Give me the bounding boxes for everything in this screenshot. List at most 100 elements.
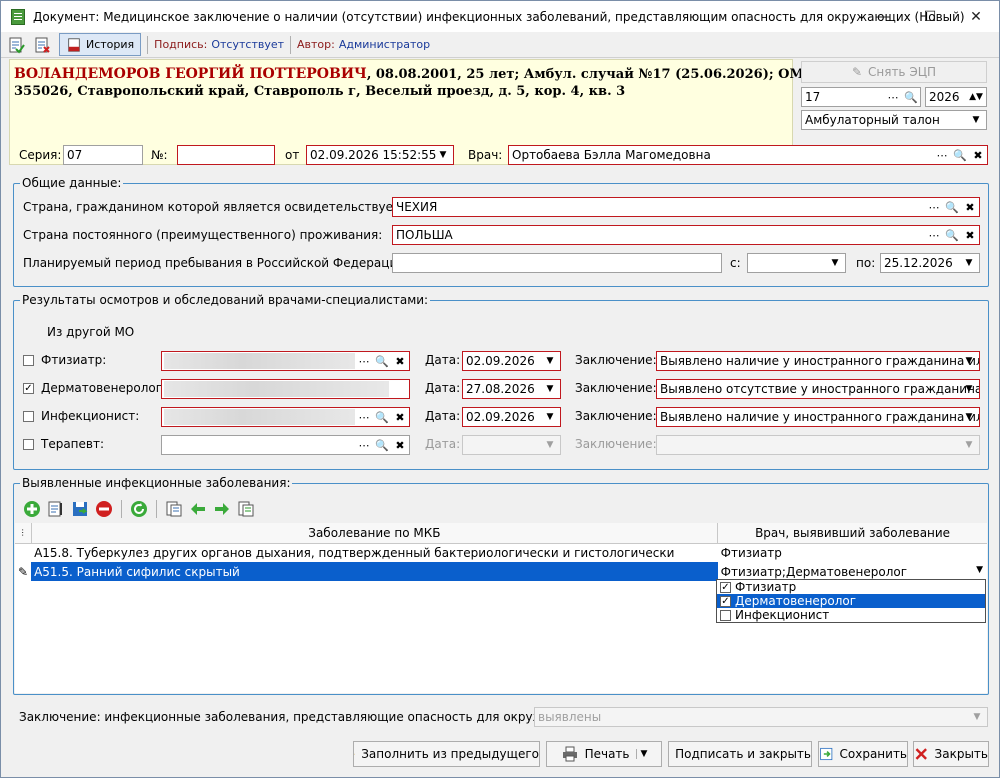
option-checkbox[interactable]: ✓ xyxy=(720,581,731,593)
period-to-date[interactable]: 25.12.2026 ▼ xyxy=(880,253,980,273)
clear-icon[interactable]: ✖ xyxy=(961,226,979,244)
refresh-icon[interactable] xyxy=(130,500,148,518)
dermatovenerolog-conclusion-select[interactable]: Выявлено отсутствие у иностранного гражд… xyxy=(656,379,980,399)
sign-document-icon[interactable] xyxy=(5,34,27,56)
chevron-down-icon[interactable]: ▼ xyxy=(542,353,558,369)
chevron-down-icon[interactable]: ▼ xyxy=(961,353,977,369)
chevron-down-icon[interactable]: ▼ xyxy=(961,409,977,425)
chevron-down-icon[interactable]: ▼ xyxy=(968,112,984,128)
chevron-down-icon[interactable]: ▼ xyxy=(961,381,977,397)
add-icon[interactable] xyxy=(23,500,41,518)
delete-icon[interactable] xyxy=(95,500,113,518)
terapevt-date[interactable]: ▼ xyxy=(462,435,561,455)
ftiziatr-date[interactable]: 02.09.2026 ▼ xyxy=(462,351,561,371)
clear-icon[interactable]: ✖ xyxy=(969,146,987,164)
infekcionist-date[interactable]: 02.09.2026 ▼ xyxy=(462,407,561,427)
chevron-down-icon[interactable]: ▼ xyxy=(827,255,843,271)
ellipsis-icon[interactable]: ⋯ xyxy=(355,436,373,454)
history-button[interactable]: История xyxy=(59,33,142,56)
option-checkbox[interactable]: ✓ xyxy=(720,595,731,607)
search-icon[interactable]: 🔍 xyxy=(373,352,391,370)
clear-icon[interactable]: ✖ xyxy=(391,436,409,454)
ellipsis-icon[interactable]: ⋯ xyxy=(925,198,943,216)
disease-cell[interactable]: A15.8. Туберкулез других органов дыхания… xyxy=(31,543,718,562)
paste-icon[interactable] xyxy=(237,500,255,518)
search-icon[interactable]: 🔍 xyxy=(943,226,961,244)
popup-option-infekcionist[interactable]: Инфекционист xyxy=(717,608,985,622)
doctor-input[interactable]: Ортобаева Бэлла Магомедовна ⋯ 🔍 ✖ xyxy=(508,145,988,165)
infekcionist-doctor-input[interactable]: ⋯ 🔍 ✖ xyxy=(161,407,410,427)
other-mo-label: Из другой МО xyxy=(47,325,135,339)
search-icon[interactable]: 🔍 xyxy=(951,146,969,164)
spinner-arrows-icon[interactable]: ▲▼ xyxy=(968,89,984,105)
dermatovenerolog-date[interactable]: 27.08.2026 ▼ xyxy=(462,379,561,399)
clear-icon[interactable]: ✖ xyxy=(391,352,409,370)
infekcionist-checkbox[interactable] xyxy=(23,411,34,422)
option-checkbox[interactable] xyxy=(720,609,731,621)
chevron-down-icon[interactable]: ▼ xyxy=(542,381,558,397)
save-icon[interactable] xyxy=(71,500,89,518)
sign-and-close-button[interactable]: Подписать и закрыть xyxy=(668,741,812,767)
terapevt-conclusion-select[interactable]: ▼ xyxy=(656,435,980,455)
save-button[interactable]: Сохранить xyxy=(818,741,908,767)
maximize-button[interactable]: ☐ xyxy=(907,1,953,32)
popup-option-dermatovenerolog[interactable]: ✓ Дерматовенеролог xyxy=(717,594,985,608)
minimize-button[interactable]: — xyxy=(861,1,907,32)
period-from-date[interactable]: ▼ xyxy=(747,253,846,273)
remove-signature-button[interactable]: ✎ Снять ЭЦП xyxy=(801,61,987,83)
stay-period-input[interactable] xyxy=(392,253,722,273)
fill-from-previous-button[interactable]: Заполнить из предыдущего xyxy=(353,741,540,767)
table-row[interactable]: A15.8. Туберкулез других органов дыхания… xyxy=(15,543,987,562)
document-type-select[interactable]: Амбулаторный талон ▼ xyxy=(801,110,987,130)
close-window-button[interactable]: ✕ xyxy=(953,1,999,32)
dermatovenerolog-doctor-input[interactable] xyxy=(161,379,410,399)
search-icon[interactable]: 🔍 xyxy=(373,408,391,426)
search-icon[interactable]: 🔍 xyxy=(943,198,961,216)
terapevt-checkbox[interactable] xyxy=(23,439,34,450)
print-button[interactable]: Печать ▼ xyxy=(546,741,662,767)
close-button[interactable]: Закрыть xyxy=(913,741,989,767)
year-spinner[interactable]: 2026 ▲▼ xyxy=(925,87,987,107)
chevron-down-icon[interactable]: ▼ xyxy=(961,437,977,453)
chevron-down-icon[interactable]: ▼ xyxy=(542,437,558,453)
ftiziatr-checkbox[interactable] xyxy=(23,355,34,366)
column-header-doctor[interactable]: Врач, выявивший заболевание xyxy=(717,523,987,544)
final-conclusion-select[interactable]: выявлены ▼ xyxy=(534,707,988,727)
infekcionist-conclusion-select[interactable]: Выявлено наличие у иностранного граждани… xyxy=(656,407,980,427)
ellipsis-icon[interactable]: ⋯ xyxy=(925,226,943,244)
clear-icon[interactable]: ✖ xyxy=(391,408,409,426)
search-icon[interactable]: 🔍 xyxy=(373,436,391,454)
unsign-document-icon[interactable] xyxy=(31,34,53,56)
ftiziatr-doctor-input[interactable]: ⋯ 🔍 ✖ xyxy=(161,351,410,371)
chevron-down-icon[interactable]: ▼ xyxy=(976,565,983,575)
terapevt-doctor-input[interactable]: ⋯ 🔍 ✖ xyxy=(161,435,410,455)
document-date-picker[interactable]: 02.09.2026 15:52:55 ▼ xyxy=(306,145,454,165)
number-input[interactable] xyxy=(177,145,275,165)
residence-input[interactable]: ПОЛЬША ⋯ 🔍 ✖ xyxy=(392,225,980,245)
dermatovenerolog-checkbox[interactable]: ✓ xyxy=(23,383,34,394)
row-selector-header[interactable]: ⋮ xyxy=(15,523,32,544)
search-icon[interactable]: 🔍 xyxy=(902,88,920,106)
arrow-left-icon[interactable] xyxy=(189,500,207,518)
clear-icon[interactable]: ✖ xyxy=(961,198,979,216)
chevron-down-icon[interactable]: ▼ xyxy=(969,709,985,725)
ellipsis-icon[interactable]: ⋯ xyxy=(355,352,373,370)
ellipsis-icon[interactable]: ⋯ xyxy=(355,408,373,426)
column-header-disease[interactable]: Заболевание по МКБ xyxy=(31,523,719,544)
ftiziatr-conclusion-select[interactable]: Выявлено наличие у иностранного граждани… xyxy=(656,351,980,371)
edit-icon[interactable] xyxy=(47,500,65,518)
series-input[interactable]: 07 xyxy=(63,145,143,165)
ellipsis-icon[interactable]: ⋯ xyxy=(884,88,902,106)
chevron-down-icon[interactable]: ▼ xyxy=(435,147,451,163)
popup-option-ftiziatr[interactable]: ✓ Фтизиатр xyxy=(717,580,985,594)
chevron-down-icon[interactable]: ▼ xyxy=(542,409,558,425)
copy-icon[interactable] xyxy=(165,500,183,518)
chevron-down-icon[interactable]: ▼ xyxy=(961,255,977,271)
chevron-down-icon[interactable]: ▼ xyxy=(635,749,647,759)
arrow-right-icon[interactable] xyxy=(213,500,231,518)
doctor-cell[interactable]: Фтизиатр xyxy=(718,543,987,562)
case-number-field[interactable]: 17 ⋯ 🔍 xyxy=(801,87,921,107)
citizenship-input[interactable]: ЧЕХИЯ ⋯ 🔍 ✖ xyxy=(392,197,980,217)
disease-cell[interactable]: A51.5. Ранний сифилис скрытый xyxy=(31,562,718,581)
ellipsis-icon[interactable]: ⋯ xyxy=(933,146,951,164)
